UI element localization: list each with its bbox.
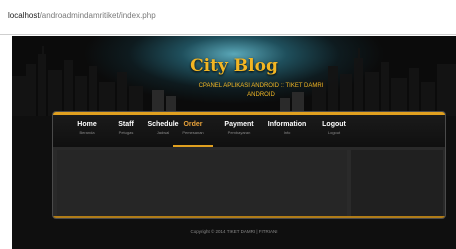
nav-item-sublabel: Petugas <box>118 130 134 135</box>
content-area <box>57 150 347 216</box>
footer-copyright: Copyright © 2014 TIKET DAMRI | FITRIANI <box>190 229 278 234</box>
web-page: City Blog CPANEL APLIKASI ANDROID :: TIK… <box>12 36 456 249</box>
nav-item-sublabel: Beranda <box>79 130 95 135</box>
nav-item-label: Payment <box>224 121 254 128</box>
nav-item-sublabel: Pemesanan <box>182 130 204 135</box>
nav-item-label: Order <box>183 121 203 128</box>
main-panel: Home Beranda Staff Petugas Schedule Jadw… <box>52 111 446 219</box>
sidebar-area <box>351 150 443 216</box>
nav-item-home[interactable]: Home Beranda <box>71 121 103 135</box>
url-path: /androadmindamritiket/index.php <box>39 11 156 20</box>
nav-item-information[interactable]: Information Info <box>263 121 311 135</box>
browser-address-bar[interactable]: localhost/androadmindamritiket/index.php <box>0 0 456 35</box>
nav-item-label: Home <box>77 121 97 128</box>
nav-item-sublabel: Pembayaran <box>227 130 251 135</box>
nav-item-order[interactable]: Order Pemesanan <box>177 121 209 135</box>
nav-item-label: Schedule <box>147 121 179 128</box>
nav-item-sublabel: Info <box>283 130 291 135</box>
url-text[interactable]: localhost/androadmindamritiket/index.php <box>8 11 156 20</box>
panel-bottom-border <box>53 216 445 218</box>
site-title: City Blog <box>190 56 278 76</box>
active-nav-indicator <box>173 145 213 147</box>
nav-item-payment[interactable]: Payment Pembayaran <box>221 121 257 135</box>
nav-item-staff[interactable]: Staff Petugas <box>111 121 141 135</box>
nav-item-label: Information <box>267 121 307 128</box>
site-header: City Blog CPANEL APLIKASI ANDROID :: TIK… <box>12 36 456 116</box>
nav-item-schedule[interactable]: Schedule Jadwal <box>145 121 181 135</box>
nav-item-label: Logout <box>322 121 346 128</box>
nav-item-logout[interactable]: Logout Logout <box>317 121 351 135</box>
nav-item-sublabel: Jadwal <box>156 130 170 135</box>
nav-item-label: Staff <box>118 121 134 128</box>
url-host: localhost <box>8 11 40 20</box>
main-nav: Home Beranda Staff Petugas Schedule Jadw… <box>53 115 445 147</box>
site-subtitle: CPANEL APLIKASI ANDROID :: TIKET DAMRI A… <box>198 83 324 98</box>
nav-item-sublabel: Logout <box>327 130 341 135</box>
